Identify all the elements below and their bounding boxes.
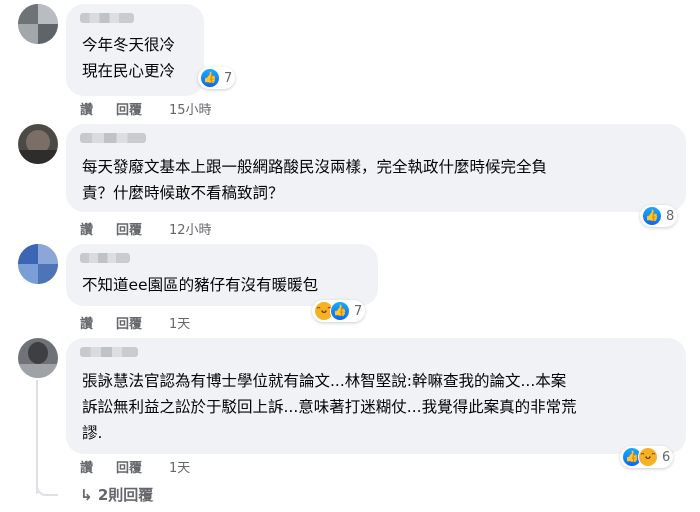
- reply-thread-curve: [36, 478, 58, 496]
- like-icon: 👍: [330, 301, 350, 321]
- reply-button[interactable]: 回覆: [116, 219, 142, 238]
- reply-arrow-icon: ↳: [80, 486, 93, 504]
- comment-text: 張詠慧法官認為有博士學位就有論文...林智堅說:幹嘛查我的論文...本案 訴訟無…: [82, 372, 577, 442]
- comment-bubble: 每天發廢文基本上跟一般網路酸民沒兩樣，完全執政什麼時候完全負 責？什麼時候敢不看…: [66, 124, 686, 212]
- reply-button[interactable]: 回覆: [116, 99, 142, 118]
- reaction-count: 7: [354, 303, 363, 319]
- like-icon: 👍: [200, 68, 220, 88]
- reply-button[interactable]: 回覆: [116, 457, 142, 476]
- avatar[interactable]: [18, 244, 58, 284]
- reaction-count: 6: [662, 449, 671, 465]
- reaction-summary[interactable]: 👍 7: [198, 67, 236, 89]
- view-replies-link[interactable]: ↳ 2則回覆: [80, 484, 153, 505]
- reply-thread-line: [36, 380, 38, 494]
- like-button[interactable]: 讚: [80, 457, 93, 476]
- reaction-count: 8: [666, 208, 675, 224]
- timestamp[interactable]: 1天: [169, 313, 190, 332]
- reply-button[interactable]: 回覆: [116, 313, 142, 332]
- replies-count-label: 2則回覆: [97, 486, 154, 504]
- haha-icon: ᵔᴗᵔ: [638, 447, 658, 467]
- like-button[interactable]: 讚: [80, 99, 93, 118]
- reaction-count: 7: [224, 70, 233, 86]
- comment-bubble: 今年冬天很冷 現在民心更冷: [66, 4, 204, 96]
- timestamp[interactable]: 1天: [169, 457, 190, 476]
- like-button[interactable]: 讚: [80, 313, 93, 332]
- comment-text: 不知道ee園區的豬仔有沒有暖暖包: [82, 276, 319, 294]
- author-name[interactable]: [80, 133, 146, 143]
- author-name[interactable]: [80, 253, 130, 263]
- comment-text: 今年冬天很冷 現在民心更冷: [82, 36, 176, 80]
- timestamp[interactable]: 12小時: [169, 219, 212, 238]
- comment-text: 每天發廢文基本上跟一般網路酸民沒兩樣，完全執政什麼時候完全負 責？什麼時候敢不看…: [82, 158, 548, 202]
- like-icon: 👍: [642, 206, 662, 226]
- avatar[interactable]: [18, 338, 58, 378]
- reaction-summary[interactable]: 👍 ᵔᴗᵔ 6: [620, 446, 674, 468]
- timestamp[interactable]: 15小時: [169, 99, 212, 118]
- like-button[interactable]: 讚: [80, 219, 93, 238]
- comment-bubble: 不知道ee園區的豬仔有沒有暖暖包: [66, 244, 378, 306]
- author-name[interactable]: [80, 347, 138, 357]
- reaction-summary[interactable]: ᵔᴗᵔ 👍 7: [312, 300, 366, 322]
- avatar[interactable]: [18, 124, 58, 164]
- avatar[interactable]: [18, 4, 58, 44]
- reaction-summary[interactable]: 👍 8: [640, 205, 678, 227]
- author-name[interactable]: [80, 13, 134, 23]
- comment-bubble: 張詠慧法官認為有博士學位就有論文...林智堅說:幹嘛查我的論文...本案 訴訟無…: [66, 338, 686, 454]
